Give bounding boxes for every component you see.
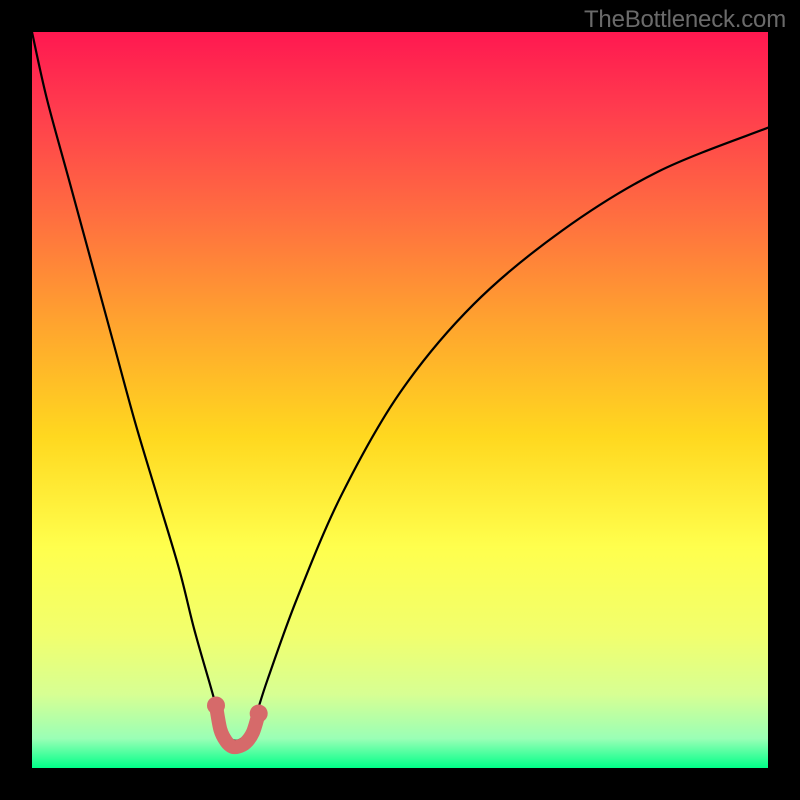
- plot-area: [32, 32, 768, 768]
- watermark-text: TheBottleneck.com: [584, 6, 786, 34]
- chart-svg: [32, 32, 768, 768]
- bottleneck-curve: [32, 32, 768, 741]
- chart-frame: TheBottleneck.com: [0, 0, 800, 800]
